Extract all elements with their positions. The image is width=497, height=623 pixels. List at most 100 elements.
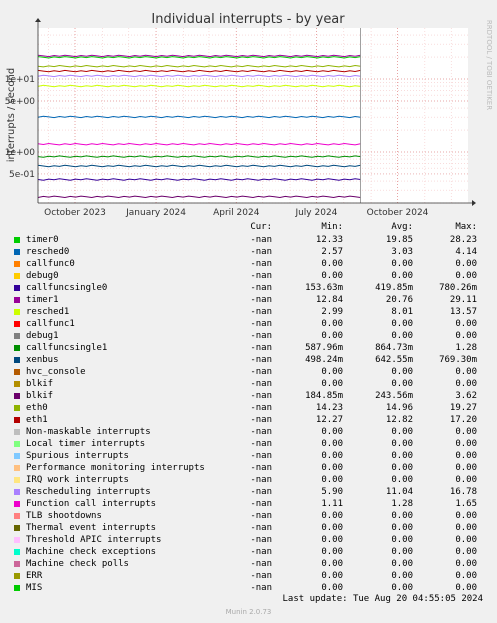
rrdtool-watermark: RRDTOOL / TOBI OETIKER xyxy=(485,20,493,110)
legend-swatch xyxy=(14,249,20,255)
legend-swatch xyxy=(14,489,20,495)
legend-swatch xyxy=(14,561,20,567)
legend-cur-value: -nan xyxy=(250,355,272,365)
legend-max-value: 0.00 xyxy=(455,451,477,461)
legend-row: blkif -nan 184.85m 243.56m 3.62 xyxy=(0,390,497,402)
legend-label: Function call interrupts xyxy=(26,499,157,509)
legend-min-value: 0.00 xyxy=(321,571,343,581)
legend-cur-value: -nan xyxy=(250,295,272,305)
col-avg-header: Avg: xyxy=(391,222,413,232)
legend-label: Machine check polls xyxy=(26,559,129,569)
legend-cur-value: -nan xyxy=(250,247,272,257)
legend-row: Function call interrupts -nan 1.11 1.28 1.65 xyxy=(0,498,497,510)
legend-label: MIS xyxy=(26,583,43,593)
legend-row: xenbus -nan 498.24m 642.55m 769.30m xyxy=(0,354,497,366)
legend-label: resched1 xyxy=(26,307,70,317)
legend-label: Thermal event interrupts xyxy=(26,523,157,533)
legend-max-value: 0.00 xyxy=(455,571,477,581)
legend-row: Non-maskable interrupts -nan 0.00 0.00 0.00 xyxy=(0,426,497,438)
x-tick-label: October 2023 xyxy=(44,208,106,218)
legend-avg-value: 243.56m xyxy=(375,391,413,401)
legend-cur-value: -nan xyxy=(250,451,272,461)
col-min-header: Min: xyxy=(321,222,343,232)
legend-cur-value: -nan xyxy=(250,559,272,569)
legend-label: eth0 xyxy=(26,403,48,413)
legend-cur-value: -nan xyxy=(250,271,272,281)
legend-label: IRQ work interrupts xyxy=(26,475,129,485)
legend-row: timer1 -nan 12.84 20.76 29.11 xyxy=(0,294,497,306)
legend-max-value: 13.57 xyxy=(449,307,477,317)
legend-min-value: 0.00 xyxy=(321,511,343,521)
legend-swatch xyxy=(14,477,20,483)
legend-max-value: 0.00 xyxy=(455,523,477,533)
legend-min-value: 498.24m xyxy=(305,355,343,365)
legend-max-value: 0.00 xyxy=(455,511,477,521)
legend: timer0 -nan 12.33 19.85 28.23 resched0 -nan 2.5… xyxy=(0,234,497,594)
legend-cur-value: -nan xyxy=(250,307,272,317)
legend-swatch xyxy=(14,525,20,531)
legend-cur-value: -nan xyxy=(250,379,272,389)
legend-swatch xyxy=(14,357,20,363)
legend-max-value: 17.20 xyxy=(449,415,477,425)
legend-avg-value: 864.73m xyxy=(375,343,413,353)
legend-swatch xyxy=(14,369,20,375)
legend-cur-value: -nan xyxy=(250,403,272,413)
legend-row: Rescheduling interrupts -nan 5.90 11.04 16.7… xyxy=(0,486,497,498)
legend-label: Performance monitoring interrupts xyxy=(26,463,205,473)
legend-avg-value: 0.00 xyxy=(391,463,413,473)
legend-avg-value: 0.00 xyxy=(391,331,413,341)
legend-swatch xyxy=(14,585,20,591)
legend-label: hvc_console xyxy=(26,367,86,377)
legend-label: eth1 xyxy=(26,415,48,425)
legend-row: Performance monitoring interrupts -nan 0.0… xyxy=(0,462,497,474)
legend-cur-value: -nan xyxy=(250,259,272,269)
legend-max-value: 19.27 xyxy=(449,403,477,413)
legend-min-value: 0.00 xyxy=(321,319,343,329)
legend-avg-value: 0.00 xyxy=(391,427,413,437)
legend-label: Machine check exceptions xyxy=(26,547,157,557)
x-axis-arrow xyxy=(472,200,476,206)
legend-row: Machine check exceptions -nan 0.00 0.00 0.00 xyxy=(0,546,497,558)
legend-row: blkif -nan 0.00 0.00 0.00 xyxy=(0,378,497,390)
legend-cur-value: -nan xyxy=(250,283,272,293)
legend-cur-value: -nan xyxy=(250,475,272,485)
legend-max-value: 0.00 xyxy=(455,439,477,449)
legend-swatch xyxy=(14,237,20,243)
x-tick-label: July 2024 xyxy=(294,208,337,218)
legend-cur-value: -nan xyxy=(250,547,272,557)
y-axis-label: interrupts / second xyxy=(6,68,17,162)
legend-min-value: 0.00 xyxy=(321,271,343,281)
legend-avg-value: 3.03 xyxy=(391,247,413,257)
legend-swatch xyxy=(14,381,20,387)
legend-swatch xyxy=(14,321,20,327)
legend-row: callfuncsingle0 -nan 153.63m 419.85m 780.26m xyxy=(0,282,497,294)
legend-min-value: 0.00 xyxy=(321,259,343,269)
x-tick-label: April 2024 xyxy=(213,208,260,218)
legend-min-value: 0.00 xyxy=(321,583,343,593)
legend-max-value: 4.14 xyxy=(455,247,477,257)
x-tick-label: January 2024 xyxy=(125,208,186,218)
legend-cur-value: -nan xyxy=(250,511,272,521)
legend-min-value: 0.00 xyxy=(321,439,343,449)
legend-cur-value: -nan xyxy=(250,571,272,581)
legend-avg-value: 8.01 xyxy=(391,307,413,317)
legend-cur-value: -nan xyxy=(250,439,272,449)
legend-row: timer0 -nan 12.33 19.85 28.23 xyxy=(0,234,497,246)
legend-avg-value: 0.00 xyxy=(391,367,413,377)
legend-swatch xyxy=(14,297,20,303)
legend-cur-value: -nan xyxy=(250,487,272,497)
legend-min-value: 0.00 xyxy=(321,559,343,569)
legend-min-value: 0.00 xyxy=(321,523,343,533)
legend-min-value: 587.96m xyxy=(305,343,343,353)
legend-min-value: 0.00 xyxy=(321,427,343,437)
legend-max-value: 0.00 xyxy=(455,427,477,437)
col-max-header: Max: xyxy=(455,222,477,232)
legend-swatch xyxy=(14,441,20,447)
legend-label: blkif xyxy=(26,379,54,389)
legend-min-value: 0.00 xyxy=(321,451,343,461)
legend-label: ERR xyxy=(26,571,43,581)
legend-header: Cur: Min: Avg: Max: xyxy=(0,222,497,234)
legend-cur-value: -nan xyxy=(250,331,272,341)
legend-avg-value: 0.00 xyxy=(391,523,413,533)
legend-avg-value: 0.00 xyxy=(391,559,413,569)
